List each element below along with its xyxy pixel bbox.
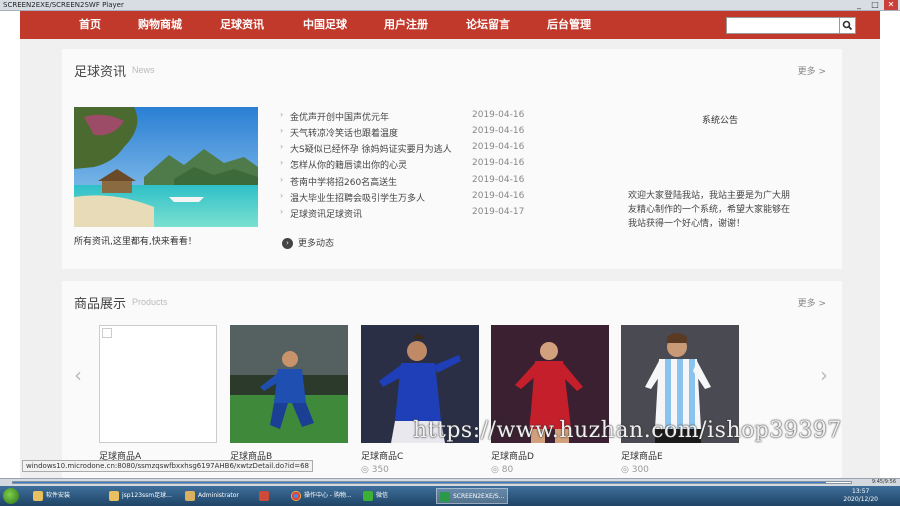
chrome-icon [291,491,301,501]
news-panel: 足球资讯 News 更多 > 所有资讯,这里都有,快来看看！ › 金优声开创中国… [62,49,842,269]
products-panel: 商品展示 Products 更多 > ‹ › 足球商品A 足球商品B 足球商品C… [62,281,842,478]
product-name[interactable]: 足球商品D [491,449,534,462]
browser-viewport: 首页 购物商城 足球资讯 中国足球 用户注册 论坛留言 后台管理 足球资讯 Ne… [0,11,900,478]
taskbar-item-active[interactable]: SCREEN2EXE/S... [436,488,508,504]
nav-item-china-football[interactable]: 中国足球 [303,11,347,39]
player-progress-bar[interactable]: 9:45/9:56 [0,478,900,486]
carousel-prev-icon[interactable]: ‹ [74,363,82,387]
watermark: https://www.huzhan.com/ishop39397 [413,418,842,443]
user-folder-icon [185,491,195,501]
arrow-right-icon: › [282,238,293,249]
news-caption: 所有资讯,这里都有,快来看看！ [74,237,197,247]
product-price: ◎ 300 [621,465,649,475]
taskbar-item[interactable]: 微信 [360,488,430,504]
folder-icon [109,491,119,501]
progress-fill [13,482,826,483]
news-more-link[interactable]: 更多 > [798,64,826,77]
wechat-icon [363,491,373,501]
taskbar-item[interactable]: 操作中心 - 购物... [288,488,356,504]
taskbar-item[interactable]: 软件安装 [30,488,100,504]
main-nav: 首页 购物商城 足球资讯 中国足球 用户注册 论坛留言 后台管理 [20,11,880,39]
news-list-item[interactable]: › 温大毕业生招聘会吸引学生万多人 2019-04-16 [280,191,530,205]
player-title: SCREEN2EXE/SCREEN2SWF Player [3,1,124,9]
more-news-link[interactable]: › 更多动态 [282,236,334,249]
coin-icon: ◎ [361,465,372,475]
news-photo[interactable] [74,107,258,227]
news-list-item[interactable]: › 怎样从你的籍唇读出你的心灵 2019-04-16 [280,158,530,172]
news-list-item[interactable]: › 足球资讯足球资讯 2019-04-17 [280,207,530,221]
folder-icon [33,491,43,501]
start-button[interactable] [3,488,19,504]
broken-image-icon [102,328,112,338]
product-name[interactable]: 足球商品E [621,449,663,462]
nav-item-news[interactable]: 足球资讯 [220,11,264,39]
status-url-bar: windows10.microdone.cn:8080/ssmzqswfbxxh… [22,460,314,472]
close-button[interactable]: ✕ [884,0,898,10]
search-input[interactable] [726,17,840,34]
window-controls: _ □ ✕ [852,0,898,11]
news-list-item[interactable]: › 金优声开创中国声优元年 2019-04-16 [280,110,530,124]
maximize-button[interactable]: □ [868,0,882,10]
news-list-item[interactable]: › 大S疑似已经怀孕 徐妈妈证实要月为逃人 2019-04-16 [280,142,530,156]
carousel-next-icon[interactable]: › [820,363,828,387]
product-name[interactable]: 足球商品C [361,449,403,462]
product-price: ◎ 350 [361,465,389,475]
coin-icon: ◎ [491,465,502,475]
news-section-subtitle: News [132,65,155,75]
app-icon [259,491,269,501]
taskbar-item[interactable] [256,488,284,504]
website: 首页 购物商城 足球资讯 中国足球 用户注册 论坛留言 后台管理 足球资讯 Ne… [20,11,880,478]
taskbar-item[interactable]: Administrator [182,488,252,504]
system-clock[interactable]: 13:57 2020/12/20 [843,488,878,504]
notice-title: 系统公告 [702,116,739,126]
progress-track[interactable] [12,481,852,484]
player-time: 9:45/9:56 [871,479,896,485]
news-list-item[interactable]: › 天气转凉冷笑话也跟着温度 2019-04-16 [280,126,530,140]
minimize-button[interactable]: _ [852,0,866,10]
taskbar-item[interactable]: jsp123ssm足球... [106,488,178,504]
nav-item-admin[interactable]: 后台管理 [547,11,591,39]
notice-text: 欢迎大家登陆我站，我站主要是为广大朋友精心制作的一个系统，希望大家能够在我站获得… [628,191,791,229]
products-section-subtitle: Products [132,297,168,307]
nav-item-forum[interactable]: 论坛留言 [466,11,510,39]
nav-item-register[interactable]: 用户注册 [384,11,428,39]
search-icon [842,20,853,31]
screen2exe-icon [440,492,450,502]
coin-icon: ◎ [621,465,632,475]
product-price: ◎ 80 [491,465,514,475]
player-title-bar: SCREEN2EXE/SCREEN2SWF Player _ □ ✕ [0,0,900,11]
search-button[interactable] [840,17,856,34]
product-image[interactable] [230,325,348,443]
news-section-title: 足球资讯 [74,65,127,80]
news-list-item[interactable]: › 苍南中学将招260名高送生 2019-04-16 [280,175,530,189]
products-section-title: 商品展示 [74,297,127,312]
taskbar: 软件安装 jsp123ssm足球... Administrator 操作中心 -… [0,486,900,506]
nav-item-home[interactable]: 首页 [79,11,101,39]
nav-item-shop[interactable]: 购物商城 [138,11,182,39]
product-image[interactable] [99,325,217,443]
products-more-link[interactable]: 更多 > [798,296,826,309]
